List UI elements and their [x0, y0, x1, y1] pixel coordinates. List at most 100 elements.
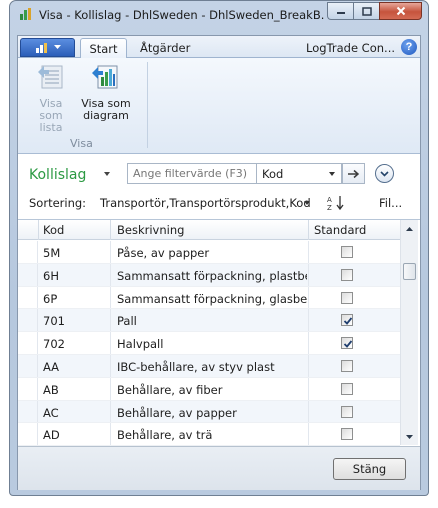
page-title-caret-icon[interactable]	[104, 172, 110, 176]
row-selector[interactable]	[18, 400, 38, 423]
row-selector[interactable]	[18, 354, 38, 377]
grid-header: Kod Beskrivning Standard	[18, 220, 400, 240]
column-divider	[308, 286, 309, 309]
row-selector[interactable]	[18, 286, 38, 309]
cell-beskrivning: Behållare, av papper	[117, 405, 237, 420]
column-divider	[308, 400, 309, 423]
close-button[interactable]: Stäng	[333, 458, 406, 480]
chart-view-icon	[92, 65, 118, 89]
show-as-list-button[interactable]: Visa som lista	[28, 62, 74, 134]
column-divider	[110, 286, 111, 309]
table-row[interactable]: AB Behållare, av fiber	[18, 377, 400, 401]
standard-checkbox[interactable]	[341, 246, 353, 258]
standard-checkbox[interactable]	[341, 382, 353, 395]
tab-actions[interactable]: Åtgärder	[140, 41, 190, 55]
vertical-scrollbar[interactable]	[400, 220, 418, 445]
row-selector[interactable]	[18, 263, 38, 286]
row-selector[interactable]	[18, 241, 38, 263]
cell-kod: AC	[43, 405, 59, 420]
tab-logtrade[interactable]: LogTrade Con...	[306, 41, 395, 55]
data-grid: Kod Beskrivning Standard 5M Påse, av papp…	[18, 219, 420, 447]
cell-kod: AB	[43, 382, 59, 397]
list-view-icon	[38, 65, 63, 89]
column-header-kod[interactable]: Kod	[43, 223, 64, 237]
filter-field-select[interactable]: Kod	[256, 163, 342, 184]
svg-text:Z: Z	[327, 204, 332, 212]
standard-checkbox[interactable]	[341, 359, 353, 372]
minimize-button[interactable]	[327, 2, 353, 20]
column-divider	[110, 400, 111, 423]
ribbon-tab-strip: Start Åtgärder LogTrade Con... ?	[18, 36, 420, 59]
expand-filter-button[interactable]	[375, 164, 394, 183]
sort-bar: Sortering: Transportör,Transportörsprodu…	[18, 190, 420, 218]
column-divider	[110, 332, 111, 354]
scroll-up-icon	[406, 226, 413, 231]
table-row[interactable]: AC Behållare, av papper	[18, 400, 400, 424]
table-row[interactable]: 701 Pall	[18, 309, 400, 333]
column-divider	[308, 377, 309, 400]
row-selector[interactable]	[18, 309, 38, 332]
standard-checkbox[interactable]	[341, 268, 353, 281]
maximize-button[interactable]	[353, 2, 379, 20]
scroll-up-button[interactable]	[401, 220, 418, 237]
column-divider	[110, 309, 111, 332]
grid-rows: 5M Påse, av papper 6H Sammansatt förpacknin…	[18, 241, 400, 447]
chevron-down-icon	[53, 45, 61, 49]
row-selector[interactable]	[18, 423, 38, 446]
cell-beskrivning: Behållare, av trä	[117, 428, 213, 443]
standard-checkbox[interactable]	[341, 337, 353, 350]
standard-checkbox[interactable]	[341, 428, 353, 441]
scrollbar-thumb[interactable]	[403, 263, 416, 280]
table-row[interactable]: 6P Sammansatt förpackning, glasbe...	[18, 286, 400, 310]
standard-checkbox[interactable]	[341, 291, 353, 304]
chevron-down-icon	[380, 170, 389, 177]
column-divider	[110, 241, 111, 263]
ribbon-group-divider	[147, 62, 148, 148]
show-as-list-label-2: som lista	[39, 109, 63, 134]
tab-start[interactable]: Start	[80, 38, 127, 59]
table-row[interactable]: AD Behållare, av trä	[18, 423, 400, 447]
show-as-chart-button[interactable]: Visa som diagram	[78, 62, 134, 122]
page-title[interactable]: Kollislag	[29, 167, 86, 183]
arrow-right-icon	[348, 169, 360, 178]
column-divider	[110, 354, 111, 377]
cell-kod: AA	[43, 359, 60, 374]
app-logo-icon	[35, 42, 47, 53]
table-row[interactable]: 5M Påse, av papper	[18, 241, 400, 264]
cell-beskrivning: Påse, av papper	[117, 246, 210, 260]
filter-link[interactable]: Fil...	[379, 196, 402, 210]
table-row[interactable]: 702 Halvpall	[18, 332, 400, 355]
app-menu-button[interactable]	[20, 38, 75, 57]
column-divider	[308, 241, 309, 263]
cell-kod: 6P	[43, 291, 58, 306]
filter-bar: Kollislag Ange filtervärde (F3) Kod	[18, 154, 420, 190]
standard-checkbox[interactable]	[341, 314, 353, 327]
sort-select[interactable]: Transportör,Transportörsprodukt,Kod	[100, 196, 311, 210]
close-icon	[396, 6, 405, 16]
sort-ascending-icon[interactable]: A Z	[326, 194, 346, 212]
window-close-button[interactable]	[379, 2, 422, 20]
cell-kod: 6H	[43, 268, 59, 283]
column-header-standard[interactable]: Standard	[314, 223, 366, 237]
app-icon	[20, 8, 31, 20]
filter-value-input[interactable]: Ange filtervärde (F3)	[127, 163, 257, 184]
standard-checkbox[interactable]	[341, 405, 353, 418]
apply-filter-button[interactable]	[342, 163, 365, 184]
column-divider	[308, 332, 309, 354]
filter-field-value: Kod	[262, 167, 284, 181]
row-selector[interactable]	[18, 332, 38, 354]
title-bar[interactable]: Visa - Kollislag - DhlSweden - DhlSweden…	[10, 1, 428, 27]
sort-caret-icon[interactable]	[304, 201, 310, 205]
checkmark-icon	[343, 340, 353, 349]
help-icon[interactable]: ?	[401, 39, 417, 55]
row-selector[interactable]	[18, 377, 38, 400]
column-header-beskrivning[interactable]: Beskrivning	[117, 223, 184, 237]
table-row[interactable]: 6H Sammansatt förpackning, plastbe...	[18, 263, 400, 287]
cell-beskrivning: IBC-behållare, av styv plast	[117, 359, 275, 374]
table-row[interactable]: AA IBC-behållare, av styv plast	[18, 354, 400, 378]
maximize-icon	[361, 6, 372, 16]
scroll-down-button[interactable]	[401, 428, 418, 445]
cell-kod: 701	[43, 314, 65, 329]
dropdown-caret-icon	[329, 172, 335, 176]
header-divider	[110, 220, 111, 240]
